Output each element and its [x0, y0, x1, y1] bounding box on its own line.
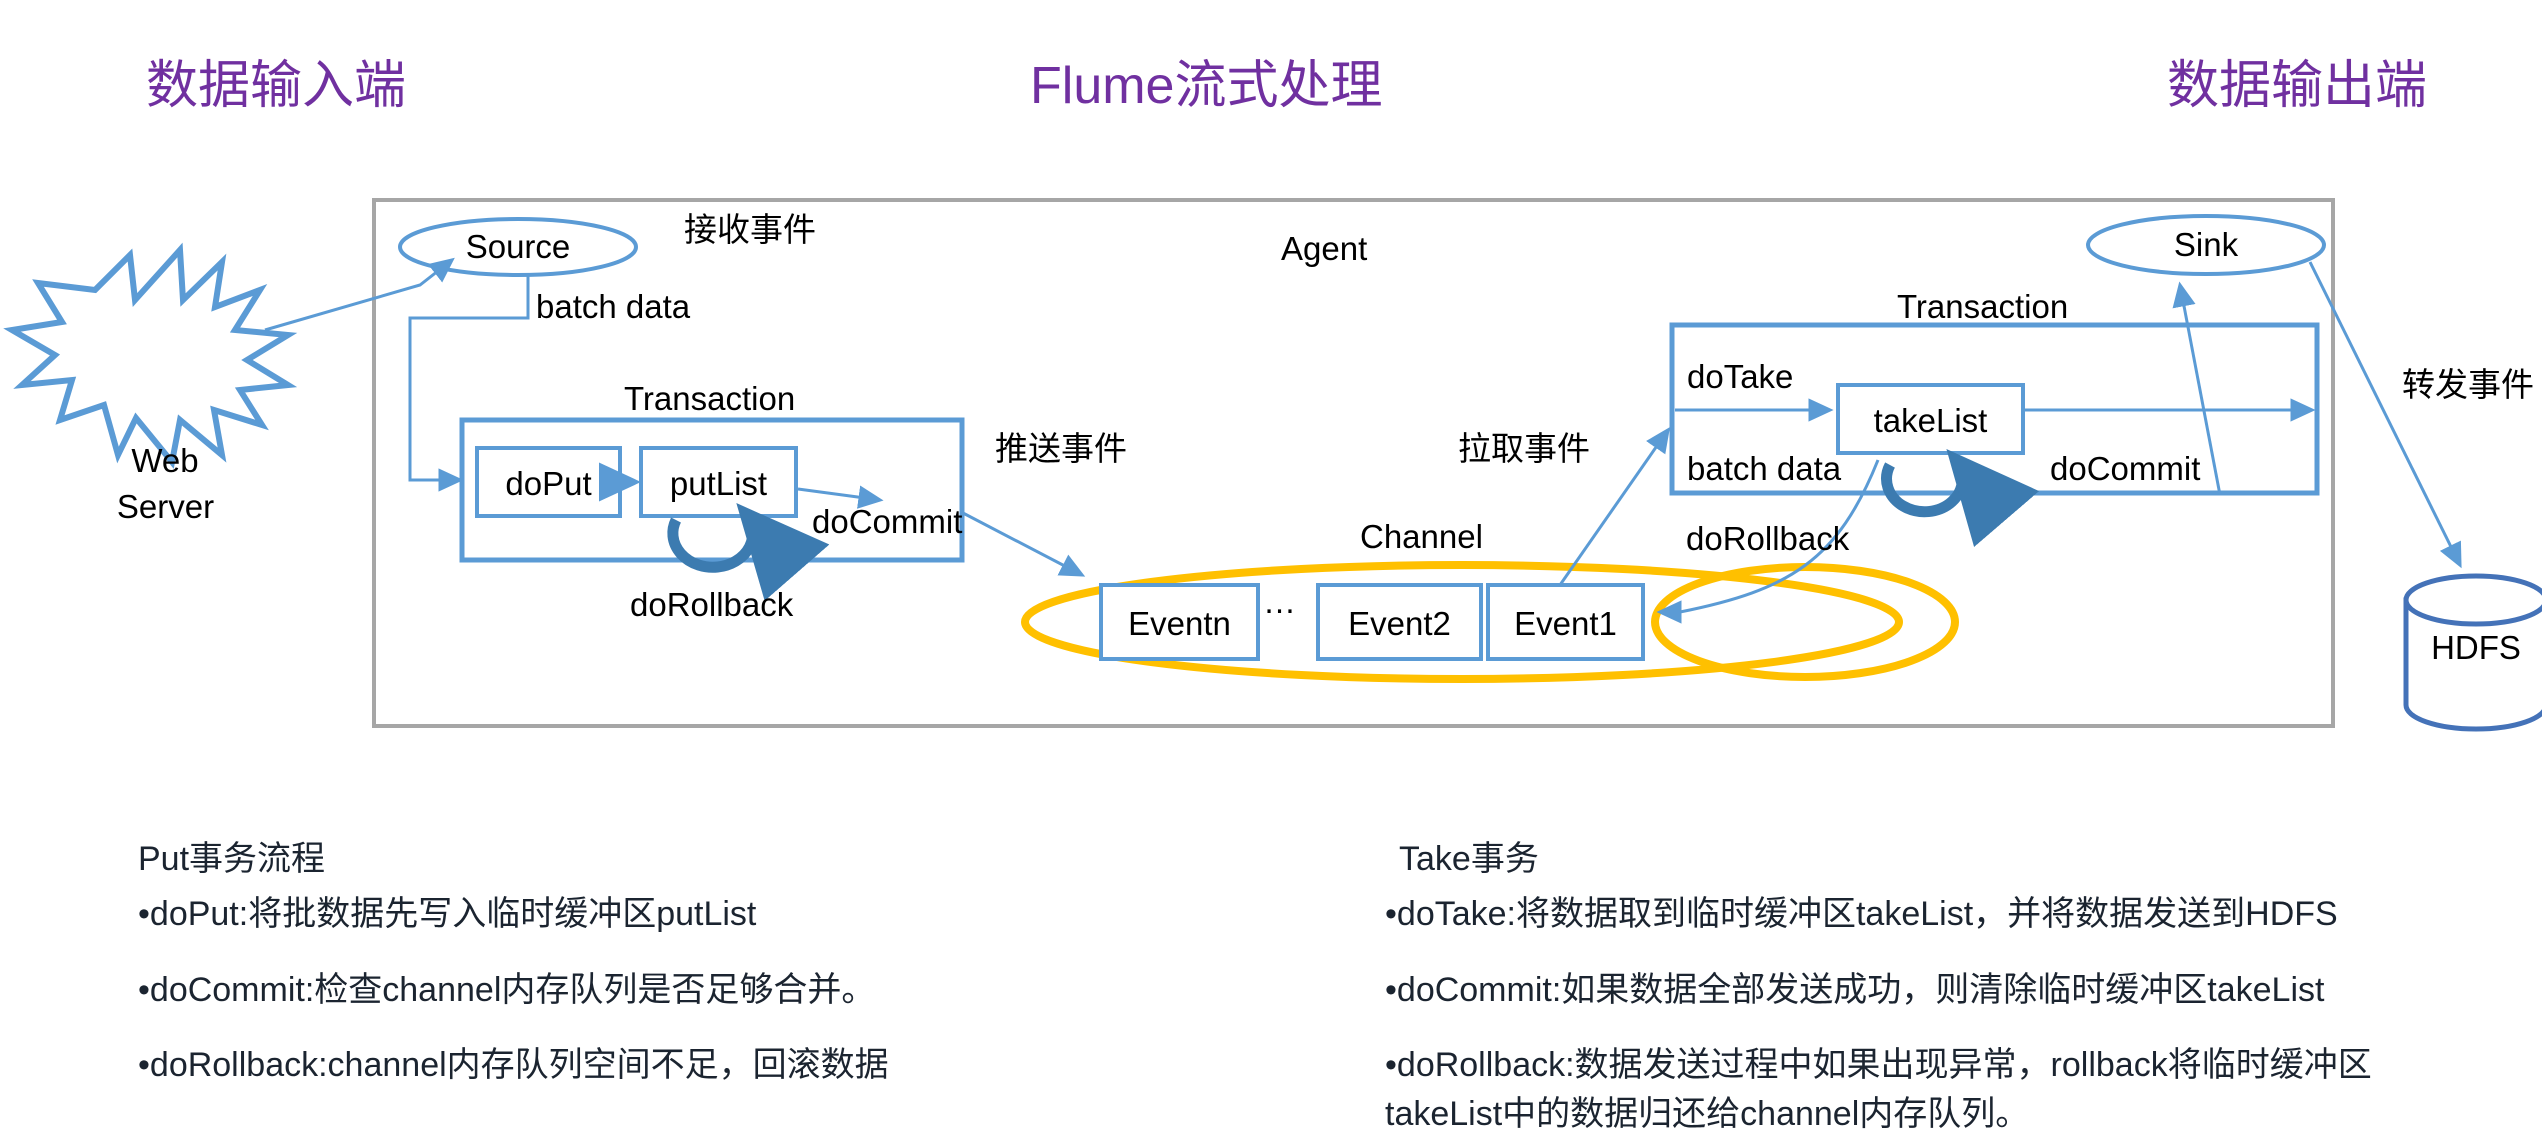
take-notes-line-3: •doRollback:数据发送过程中如果出现异常，rollback将临时缓冲区…: [1385, 1045, 2372, 1134]
recv-event-label: 接收事件: [684, 211, 816, 248]
dotake-label: doTake: [1687, 358, 1794, 395]
connector-sink-to-hdfs: [2308, 261, 2462, 569]
pull-event-label: 拉取事件: [1458, 430, 1590, 467]
put-notes-line-2: •doCommit:检查channel内存队列是否足够合并。: [138, 970, 876, 1009]
put-notes-line-1: •doPut:将批数据先写入临时缓冲区putList: [138, 895, 757, 934]
connector-push-event-to-channel: [962, 511, 1086, 577]
web-server-star-icon: [3, 242, 298, 469]
put-docommit-label: doCommit: [812, 503, 963, 540]
take-notes-line-2: •doCommit:如果数据全部发送成功，则清除临时缓冲区takeList: [1385, 970, 2325, 1009]
take-notes-heading: Take事务: [1399, 840, 1539, 878]
source-label: Source: [465, 228, 571, 265]
push-event-label: 推送事件: [995, 430, 1127, 467]
take-notes-line-1: •doTake:将数据取到临时缓冲区takeList，并将数据发送到HDFS: [1385, 895, 2338, 934]
take-dorollback-label: doRollback: [1686, 520, 1850, 557]
take-docommit-label: doCommit: [2050, 450, 2201, 487]
web-server-label-line1: Web: [131, 442, 199, 479]
put-notes-heading: Put事务流程: [138, 840, 326, 878]
doput-label: doPut: [505, 465, 592, 502]
put-transaction-title: Transaction: [624, 380, 796, 417]
hdfs-label: HDFS: [2431, 629, 2521, 666]
put-notes-block: Put事务流程 •doPut:将批数据先写入临时缓冲区putList •doCo…: [138, 835, 1218, 1116]
channel-label: Channel: [1360, 518, 1483, 555]
batch-data-right-label: batch data: [1687, 450, 1842, 487]
putlist-label: putList: [669, 465, 768, 502]
take-notes-block: Take事务 •doTake:将数据取到临时缓冲区takeList，并将数据发送…: [1385, 835, 2475, 1139]
event-label-event1: Event1: [1514, 605, 1617, 642]
events-ellipsis: …: [1263, 583, 1296, 620]
event-label-event2: Event2: [1348, 605, 1451, 642]
forward-event-label: 转发事件: [2402, 366, 2534, 403]
web-server-label-line2: Server: [116, 488, 215, 525]
batch-data-left-label: batch data: [536, 288, 691, 325]
takelist-label: takeList: [1873, 402, 1988, 439]
event-label-eventn: Eventn: [1128, 605, 1231, 642]
take-transaction-title: Transaction: [1897, 288, 2069, 325]
put-notes-line-3: •doRollback:channel内存队列空间不足，回滚数据: [138, 1045, 889, 1084]
sink-label: Sink: [2173, 226, 2239, 263]
put-dorollback-label: doRollback: [630, 586, 794, 623]
